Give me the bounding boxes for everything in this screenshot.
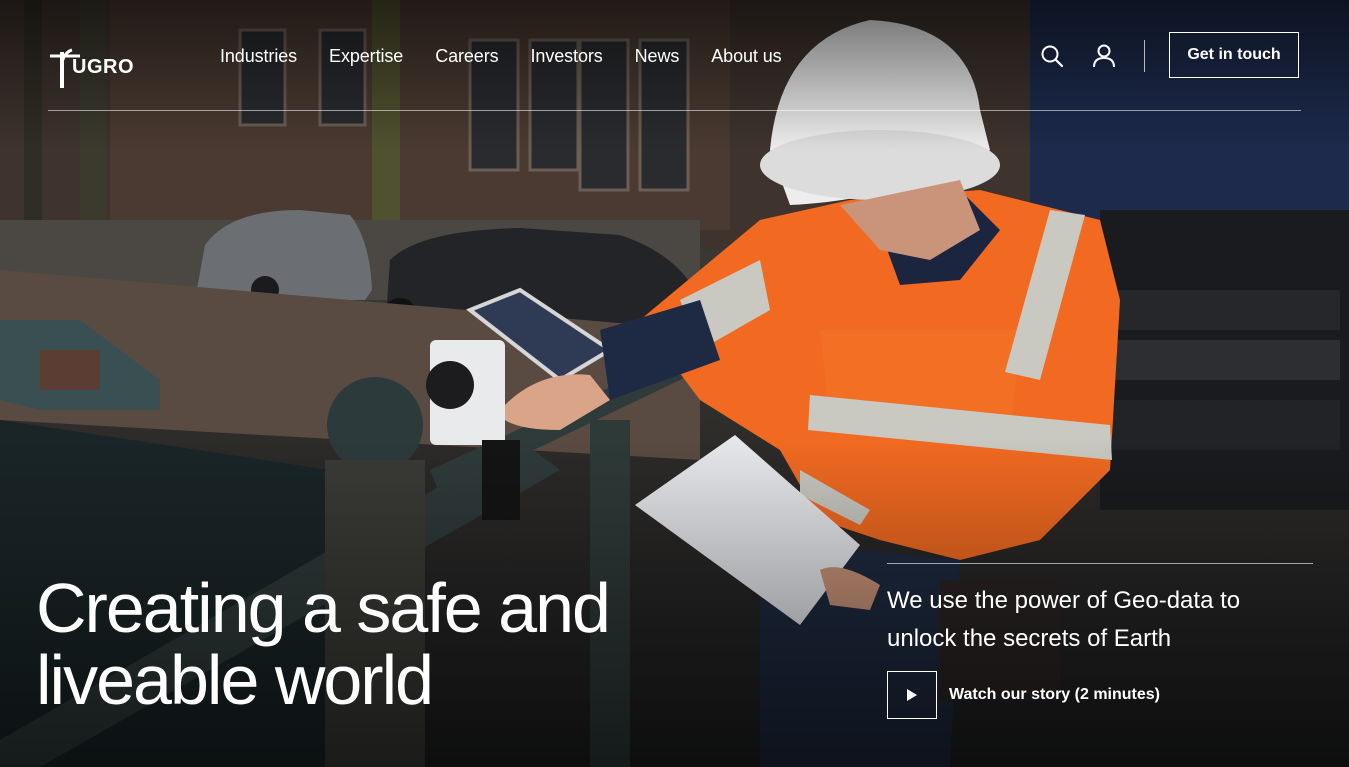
nav-item-news[interactable]: News bbox=[635, 44, 680, 68]
get-in-touch-button[interactable]: Get in touch bbox=[1169, 32, 1299, 78]
user-icon bbox=[1093, 44, 1115, 68]
story-tagline: We use the power of Geo-data to unlock t… bbox=[887, 587, 1241, 652]
nav-item-industries[interactable]: Industries bbox=[220, 44, 297, 68]
svg-text:UGRO: UGRO bbox=[72, 56, 134, 78]
hero-headline: Creating a safe and liveable world bbox=[36, 572, 756, 716]
account-button[interactable] bbox=[1092, 43, 1116, 69]
story-panel: We use the power of Geo-data to unlock t… bbox=[887, 563, 1313, 719]
nav-item-investors[interactable]: Investors bbox=[531, 44, 603, 68]
header-divider bbox=[1144, 40, 1145, 72]
story-divider bbox=[887, 563, 1313, 564]
nav-item-expertise[interactable]: Expertise bbox=[329, 44, 403, 68]
hero-headline-line-2: liveable world bbox=[36, 641, 434, 719]
hero-headline-line-1: Creating a safe and bbox=[36, 569, 611, 647]
watch-story-link[interactable]: Watch our story (2 minutes) bbox=[887, 671, 1160, 719]
play-icon bbox=[907, 689, 917, 701]
nav-item-careers[interactable]: Careers bbox=[435, 44, 498, 68]
watch-story-label[interactable]: Watch our story (2 minutes) bbox=[949, 686, 1160, 704]
play-button[interactable] bbox=[887, 671, 937, 719]
search-icon bbox=[1041, 45, 1064, 68]
site-header: UGRO Industries Expertise Careers Invest… bbox=[48, 32, 1301, 112]
search-button[interactable] bbox=[1040, 44, 1064, 68]
header-rule bbox=[48, 110, 1301, 111]
fugro-logo[interactable]: UGRO bbox=[48, 42, 158, 90]
fugro-logo-icon: UGRO bbox=[50, 48, 134, 88]
nav-item-about-us[interactable]: About us bbox=[711, 44, 781, 68]
main-navigation: Industries Expertise Careers Investors N… bbox=[220, 44, 782, 68]
